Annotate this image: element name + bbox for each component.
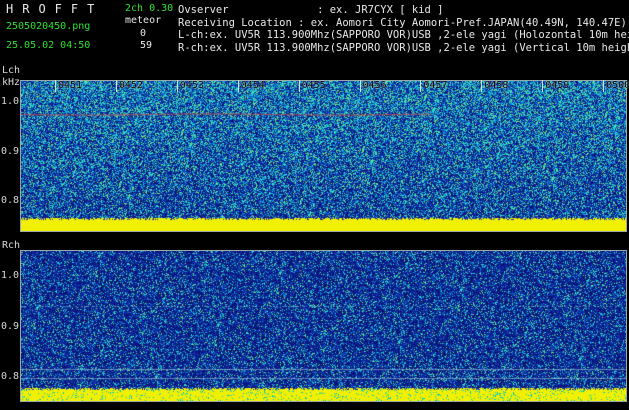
time-mark-label: 0454 (240, 80, 265, 91)
observer-line: Ovserver : ex. JR7CYX [ kid ] (178, 4, 444, 16)
station-info: Ovserver : ex. JR7CYX [ kid ] Receiving … (178, 4, 629, 54)
time-tick (542, 80, 544, 92)
time-mark-label: 0456 (362, 80, 387, 91)
time-mark-label: 0458 (484, 80, 509, 91)
time-tick (359, 80, 361, 92)
lch-ytick: 0.9 (0, 146, 19, 157)
lch-ytick: 0.8 (0, 195, 19, 206)
rch-label: Rch (2, 240, 21, 251)
lch-label: Lch (2, 65, 21, 76)
filename-label: 2505020450.png (6, 21, 91, 32)
time-tick (176, 80, 178, 92)
lch-meteor-count: 0 (140, 28, 147, 39)
timestamp-label: 25.05.02 04:50 (6, 40, 91, 51)
lch-spectrogram (20, 80, 627, 232)
lch-spectrogram-canvas (21, 81, 626, 231)
time-tick (298, 80, 300, 92)
rch-spectrogram (20, 250, 627, 402)
app-title: HROFFT (6, 2, 104, 16)
time-tick (237, 80, 239, 92)
meteor-label: meteor (125, 15, 162, 26)
time-mark-label: 0500 (606, 80, 629, 91)
location-line: Receiving Location : ex. Aomori City Aom… (178, 16, 627, 29)
time-tick (55, 80, 56, 92)
rch-ytick: 1.0 (0, 270, 19, 281)
time-mark-label: 0455 (301, 80, 326, 91)
lch-setup-line: L-ch:ex. UV5R 113.900Mhz(SAPPORO VOR)USB… (178, 29, 629, 41)
rch-ytick: 0.9 (0, 321, 19, 332)
rch-spectrogram-canvas (21, 251, 626, 401)
time-mark-label: 0459 (545, 80, 570, 91)
time-tick (481, 80, 483, 92)
lch-ytick: 1.0 (0, 96, 19, 107)
lch-unit-label: kHz (2, 77, 21, 88)
rch-meteor-count: 59 (140, 40, 153, 51)
time-mark-label: 0453 (179, 80, 204, 91)
time-tick (420, 80, 422, 92)
time-mark-label: 0457 (423, 80, 448, 91)
time-tick (115, 80, 117, 92)
time-mark-label: 0451 (58, 80, 83, 91)
time-tick (603, 80, 605, 92)
rch-ytick: 0.8 (0, 371, 19, 382)
time-mark-label: 0452 (118, 80, 143, 91)
channel-mode-label: 2ch 0.30 (125, 3, 174, 14)
rch-setup-line: R-ch:ex. UV5R 113.900Mhz(SAPPORO VOR)USB… (178, 41, 629, 54)
